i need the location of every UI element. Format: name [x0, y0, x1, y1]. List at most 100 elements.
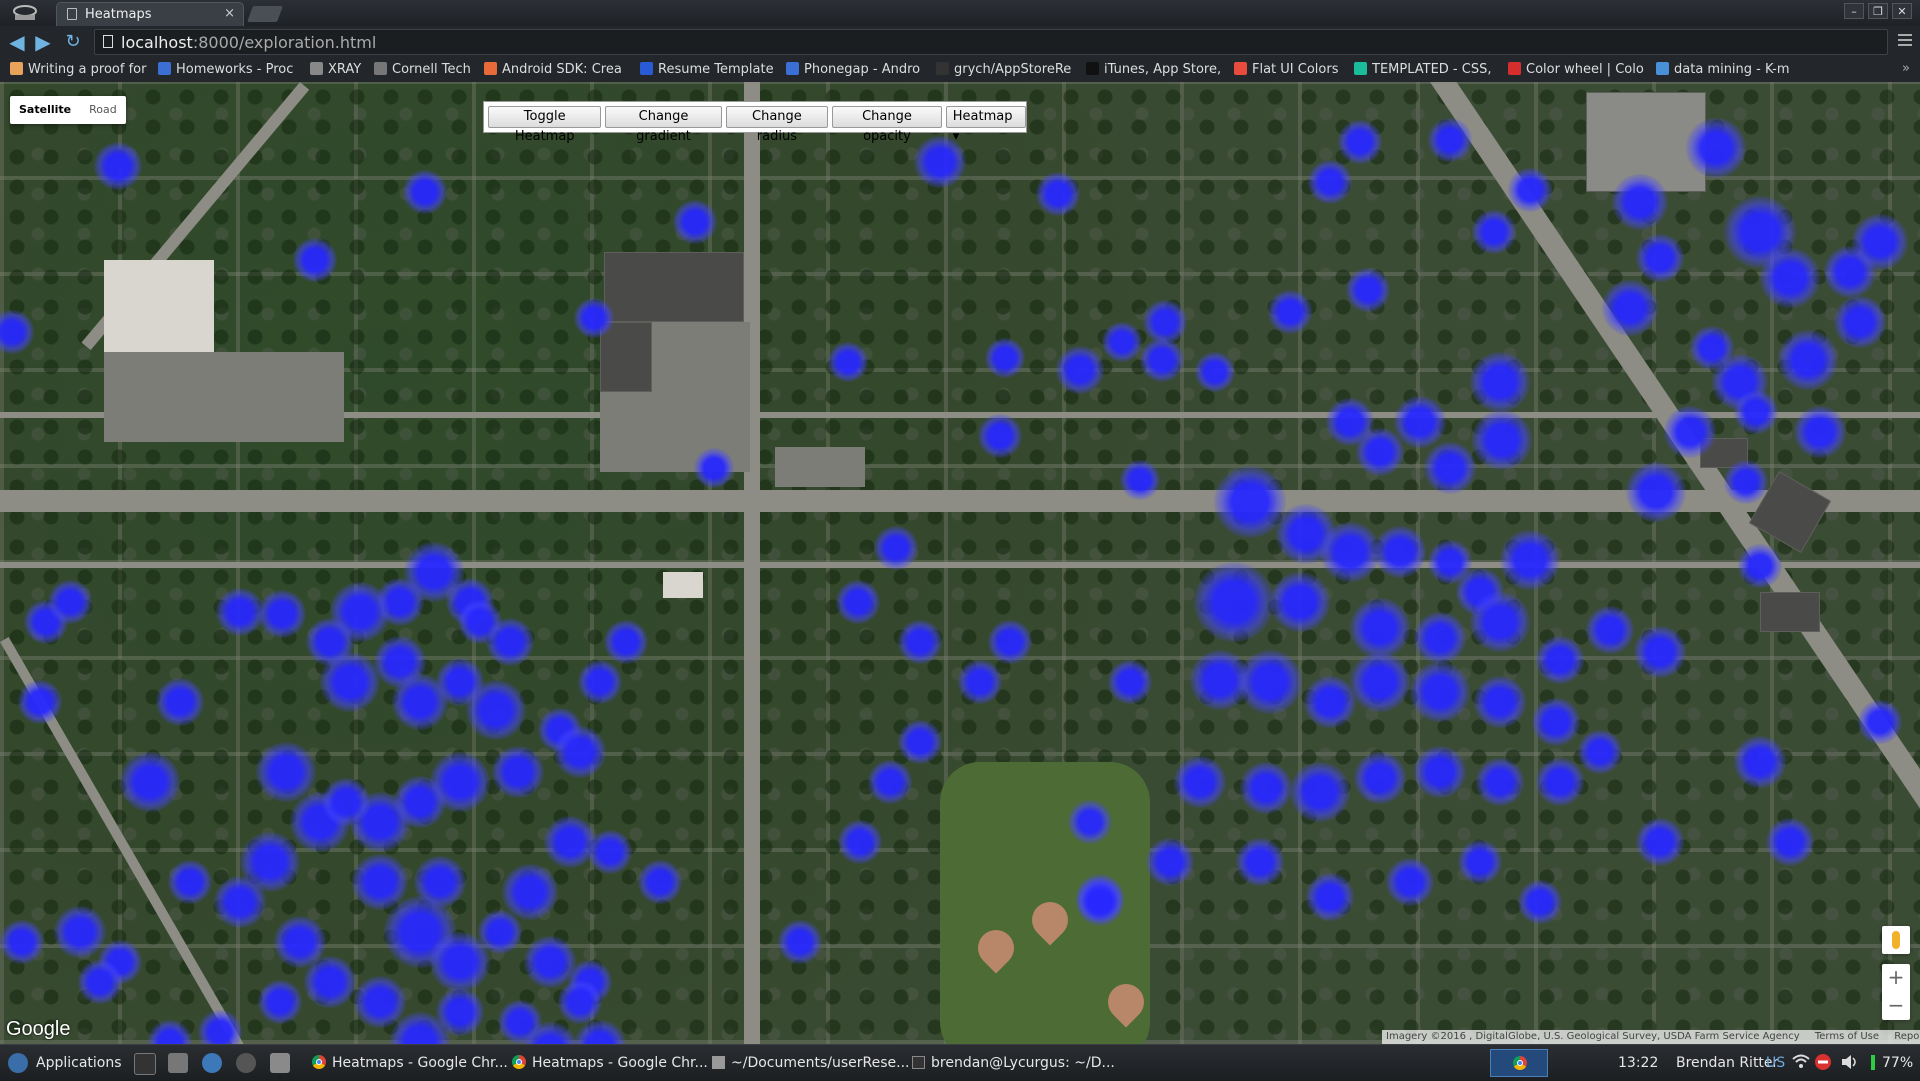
- taskbar-item-chrome-2[interactable]: Heatmaps - Google Chr...: [512, 1053, 708, 1073]
- back-icon[interactable]: ◀: [6, 31, 28, 53]
- heatmap-point: [1472, 410, 1532, 470]
- clock[interactable]: 13:22: [1618, 1053, 1658, 1073]
- bookmark-label: XRAY: [328, 62, 362, 77]
- bookmark-item[interactable]: XRAY: [310, 61, 366, 79]
- new-tab-button[interactable]: [247, 6, 283, 22]
- minimize-button[interactable]: –: [1844, 3, 1864, 19]
- close-window-button[interactable]: ✕: [1892, 3, 1912, 19]
- heatmap-point: [1428, 118, 1472, 162]
- heatmap-point: [320, 652, 380, 712]
- change-gradient-button[interactable]: Change gradient: [605, 106, 722, 144]
- terms-link[interactable]: Terms of Use: [1815, 1031, 1879, 1042]
- tab-heatmaps[interactable]: Heatmaps ×: [56, 2, 244, 26]
- applications-menu-icon[interactable]: [8, 1053, 28, 1073]
- heatmap-point: [1664, 406, 1716, 458]
- heatmap-point: [94, 142, 142, 190]
- bookmark-item[interactable]: Writing a proof for: [10, 61, 150, 79]
- title-bar: Heatmaps × – ❐ ✕: [0, 0, 1920, 26]
- heatmap-point: [554, 726, 606, 778]
- bookmark-item[interactable]: iTunes, App Store,: [1086, 61, 1226, 79]
- bookmark-item[interactable]: Homeworks - Proc: [158, 61, 300, 79]
- heatmap-point: [1354, 752, 1406, 804]
- volume-icon[interactable]: [1840, 1053, 1860, 1073]
- maximize-button[interactable]: ❐: [1868, 3, 1888, 19]
- bookmark-item[interactable]: Flat UI Colors: [1234, 61, 1346, 79]
- bookmark-item[interactable]: data mining - K-m: [1656, 61, 1796, 79]
- tab-close-icon[interactable]: ×: [224, 6, 235, 21]
- wifi-icon[interactable]: [1792, 1053, 1810, 1073]
- map-type-control: Satellite Road: [10, 96, 126, 124]
- bookmark-icon: [158, 62, 171, 75]
- heatmap-point: [1308, 160, 1352, 204]
- heatmap-point: [1834, 296, 1886, 348]
- heatmap-point: [1634, 626, 1686, 678]
- floating-panel: Toggle Heatmap Change gradient Change ra…: [483, 101, 1027, 144]
- report-error-link[interactable]: Report a map error: [1894, 1031, 1920, 1042]
- browser-icon[interactable]: [202, 1053, 222, 1073]
- forward-icon[interactable]: ▶: [32, 31, 54, 53]
- chrome-icon: [312, 1055, 326, 1069]
- google-logo: Google: [6, 1018, 71, 1040]
- taskbar-item-terminal[interactable]: brendan@Lycurgus: ~/D...: [912, 1053, 1115, 1073]
- bookmark-item[interactable]: Cornell Tech: [374, 61, 476, 79]
- heatmap-point: [1508, 168, 1552, 212]
- workspace-indicator[interactable]: [1490, 1049, 1548, 1077]
- heatmap-point: [54, 906, 106, 958]
- no-entry-icon[interactable]: [1814, 1053, 1832, 1073]
- bookmarks-overflow-icon[interactable]: »: [1902, 61, 1910, 76]
- url-path: :8000/exploration.html: [192, 33, 377, 52]
- address-bar[interactable]: localhost:8000/exploration.html: [94, 29, 1888, 55]
- heatmap-point: [0, 920, 44, 964]
- heatmap-point: [868, 760, 912, 804]
- bookmark-icon: [1354, 62, 1367, 75]
- satellite-button[interactable]: Satellite: [10, 96, 80, 124]
- heatmap-point: [1734, 390, 1778, 434]
- taskbar-item-label: ~/Documents/userRese...: [731, 1055, 910, 1071]
- taskbar-item-chrome-1[interactable]: Heatmaps - Google Chr...: [312, 1053, 508, 1073]
- menu-icon[interactable]: [1898, 34, 1912, 48]
- taskbar-item-editor[interactable]: ~/Documents/userRese...: [712, 1053, 910, 1073]
- url-text[interactable]: localhost:8000/exploration.html: [121, 33, 376, 52]
- heatmap-point: [1076, 878, 1124, 926]
- zoom-in-button[interactable]: +: [1882, 964, 1910, 992]
- app-menu-icon[interactable]: [8, 2, 42, 24]
- heatmap-point: [1536, 636, 1584, 684]
- heatmap-point: [1304, 676, 1356, 728]
- heatmap-point: [898, 720, 942, 764]
- bookmark-item[interactable]: Color wheel | Colo: [1508, 61, 1648, 79]
- bookmark-item[interactable]: Resume Template: [640, 61, 776, 79]
- layer-select[interactable]: Heatmap ▾: [945, 106, 1026, 144]
- street-view-pegman-icon[interactable]: [1882, 926, 1910, 954]
- user-name[interactable]: Brendan Ritter: [1676, 1053, 1778, 1073]
- road-button[interactable]: Road: [80, 96, 126, 124]
- zoom-control: + −: [1882, 964, 1910, 1020]
- heatmap-point: [436, 988, 484, 1036]
- file-manager-icon[interactable]: [270, 1053, 290, 1073]
- terminal-icon[interactable]: [134, 1053, 156, 1075]
- change-radius-button[interactable]: Change radius: [725, 106, 829, 144]
- home-folder-icon[interactable]: [168, 1053, 188, 1073]
- applications-menu[interactable]: Applications: [36, 1053, 122, 1073]
- heatmap-point: [638, 860, 682, 904]
- heatmap-point: [1612, 174, 1668, 230]
- heatmap-point: [1140, 338, 1184, 382]
- bookmark-item[interactable]: grych/AppStoreRe: [936, 61, 1078, 79]
- heatmap-point: [1194, 562, 1274, 642]
- heatmap-point: [1068, 800, 1112, 844]
- battery-icon[interactable]: [1870, 1053, 1876, 1073]
- bookmark-label: Cornell Tech: [392, 62, 471, 77]
- zoom-out-button[interactable]: −: [1882, 992, 1910, 1020]
- search-icon[interactable]: [236, 1053, 256, 1073]
- heatmap-point: [1394, 396, 1446, 448]
- keyboard-layout[interactable]: US: [1766, 1053, 1785, 1073]
- heatmap-point: [1320, 522, 1380, 582]
- page-icon: [103, 35, 113, 48]
- toggle-heatmap-button[interactable]: Toggle Heatmap: [488, 106, 602, 144]
- bookmark-item[interactable]: TEMPLATED - CSS,: [1354, 61, 1500, 79]
- bookmark-item[interactable]: Phonegap - Andro: [786, 61, 926, 79]
- bookmark-item[interactable]: Android SDK: Crea: [484, 61, 630, 79]
- change-opacity-button[interactable]: Change opacity: [832, 106, 942, 144]
- reload-icon[interactable]: ↻: [62, 31, 84, 53]
- heatmap-point: [1268, 290, 1312, 334]
- map-canvas[interactable]: [0, 82, 1920, 1044]
